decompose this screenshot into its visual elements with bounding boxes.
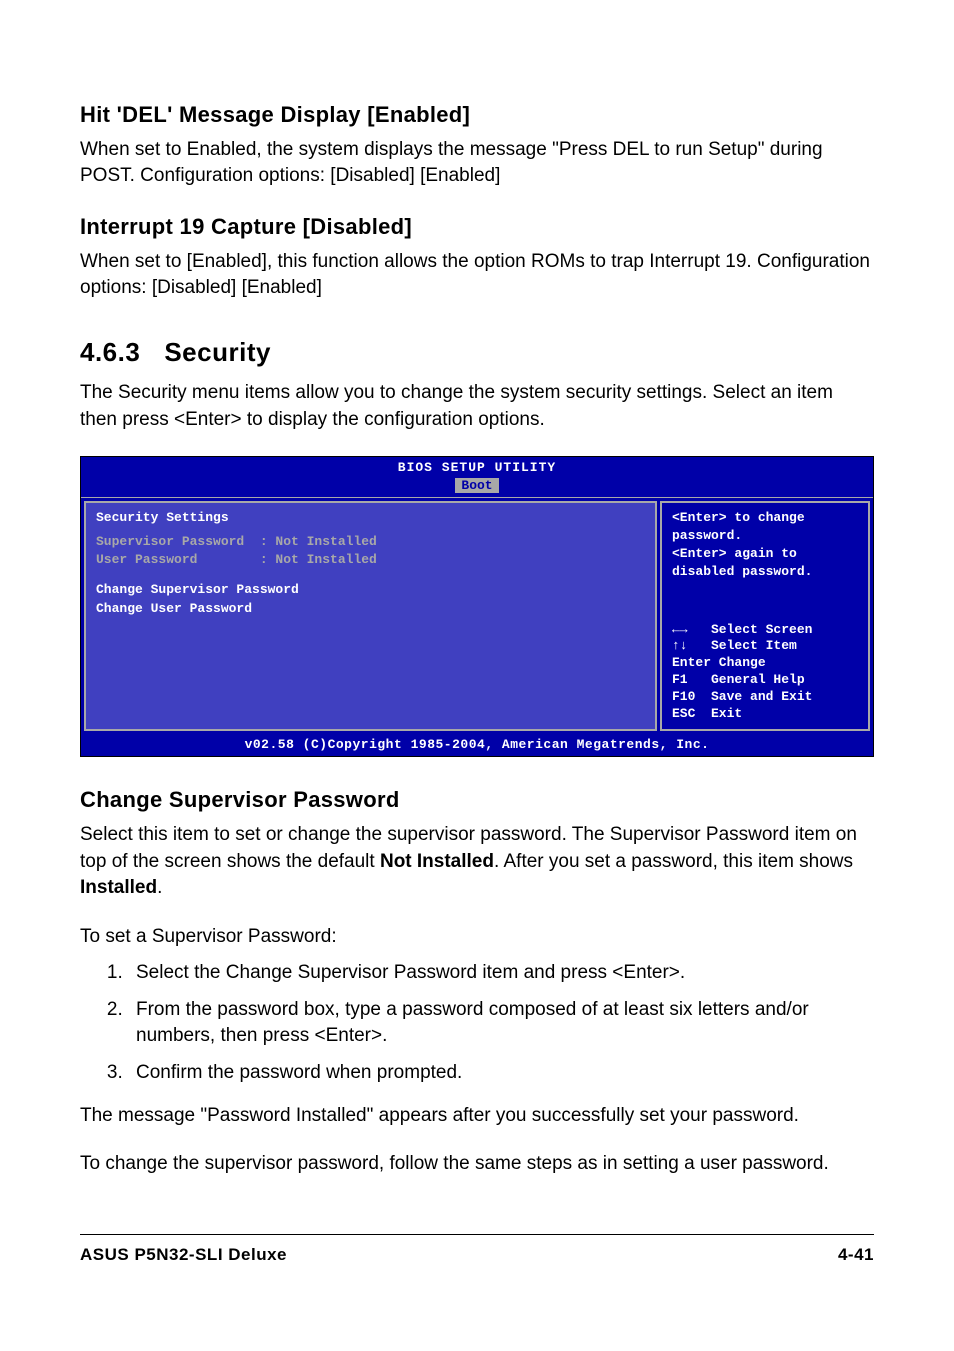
bios-left-title: Security Settings bbox=[96, 509, 645, 527]
bios-right-panel: <Enter> to change password. <Enter> agai… bbox=[660, 501, 870, 731]
para1-bold-installed: Installed bbox=[80, 877, 157, 898]
bios-field-user: User Password : Not Installed bbox=[96, 551, 645, 569]
section-number: 4.6.3 bbox=[80, 337, 140, 367]
change-supervisor-heading: Change Supervisor Password bbox=[80, 785, 874, 816]
step-1: Select the Change Supervisor Password it… bbox=[128, 960, 874, 987]
step-2: From the password box, type a password c… bbox=[128, 997, 874, 1050]
para1-part-b: . After you set a password, this item sh… bbox=[494, 851, 853, 872]
option-heading-del: Hit 'DEL' Message Display [Enabled] bbox=[80, 100, 874, 131]
bios-action-change-user: Change User Password bbox=[96, 600, 645, 618]
bios-body: Security Settings Supervisor Password : … bbox=[81, 497, 873, 734]
para1-part-c: . bbox=[157, 877, 162, 898]
bios-tab-row: Boot bbox=[81, 477, 873, 497]
change-supervisor-para1: Select this item to set or change the su… bbox=[80, 822, 874, 902]
section-heading: 4.6.3 Security bbox=[80, 334, 874, 370]
bios-tab-boot: Boot bbox=[455, 478, 498, 493]
bios-action-change-supervisor: Change Supervisor Password bbox=[96, 581, 645, 599]
supervisor-steps-list: Select the Change Supervisor Password it… bbox=[80, 960, 874, 1086]
bios-footer: v02.58 (C)Copyright 1985-2004, American … bbox=[81, 734, 873, 756]
bios-screenshot: BIOS SETUP UTILITY Boot Security Setting… bbox=[80, 456, 874, 758]
step-3: Confirm the password when prompted. bbox=[128, 1060, 874, 1087]
section-desc: The Security menu items allow you to cha… bbox=[80, 380, 874, 433]
set-supervisor-intro: To set a Supervisor Password: bbox=[80, 924, 874, 951]
footer-left: ASUS P5N32-SLI Deluxe bbox=[80, 1243, 287, 1267]
bios-nav-keys: ←→ Select Screen ↑↓ Select Item Enter Ch… bbox=[672, 622, 858, 723]
password-installed-msg: The message "Password Installed" appears… bbox=[80, 1103, 874, 1130]
option-heading-int19: Interrupt 19 Capture [Disabled] bbox=[80, 212, 874, 243]
option-desc-int19: When set to [Enabled], this function all… bbox=[80, 249, 874, 302]
bios-field-supervisor: Supervisor Password : Not Installed bbox=[96, 533, 645, 551]
para1-bold-not-installed: Not Installed bbox=[380, 851, 494, 872]
section-title: Security bbox=[164, 337, 271, 367]
bios-help-text: <Enter> to change password. <Enter> agai… bbox=[672, 509, 858, 582]
bios-left-panel: Security Settings Supervisor Password : … bbox=[84, 501, 657, 731]
page-footer: ASUS P5N32-SLI Deluxe 4-41 bbox=[80, 1234, 874, 1267]
option-desc-del: When set to Enabled, the system displays… bbox=[80, 137, 874, 190]
bios-title: BIOS SETUP UTILITY bbox=[81, 457, 873, 477]
footer-right: 4-41 bbox=[838, 1243, 874, 1267]
change-supervisor-note: To change the supervisor password, follo… bbox=[80, 1151, 874, 1178]
